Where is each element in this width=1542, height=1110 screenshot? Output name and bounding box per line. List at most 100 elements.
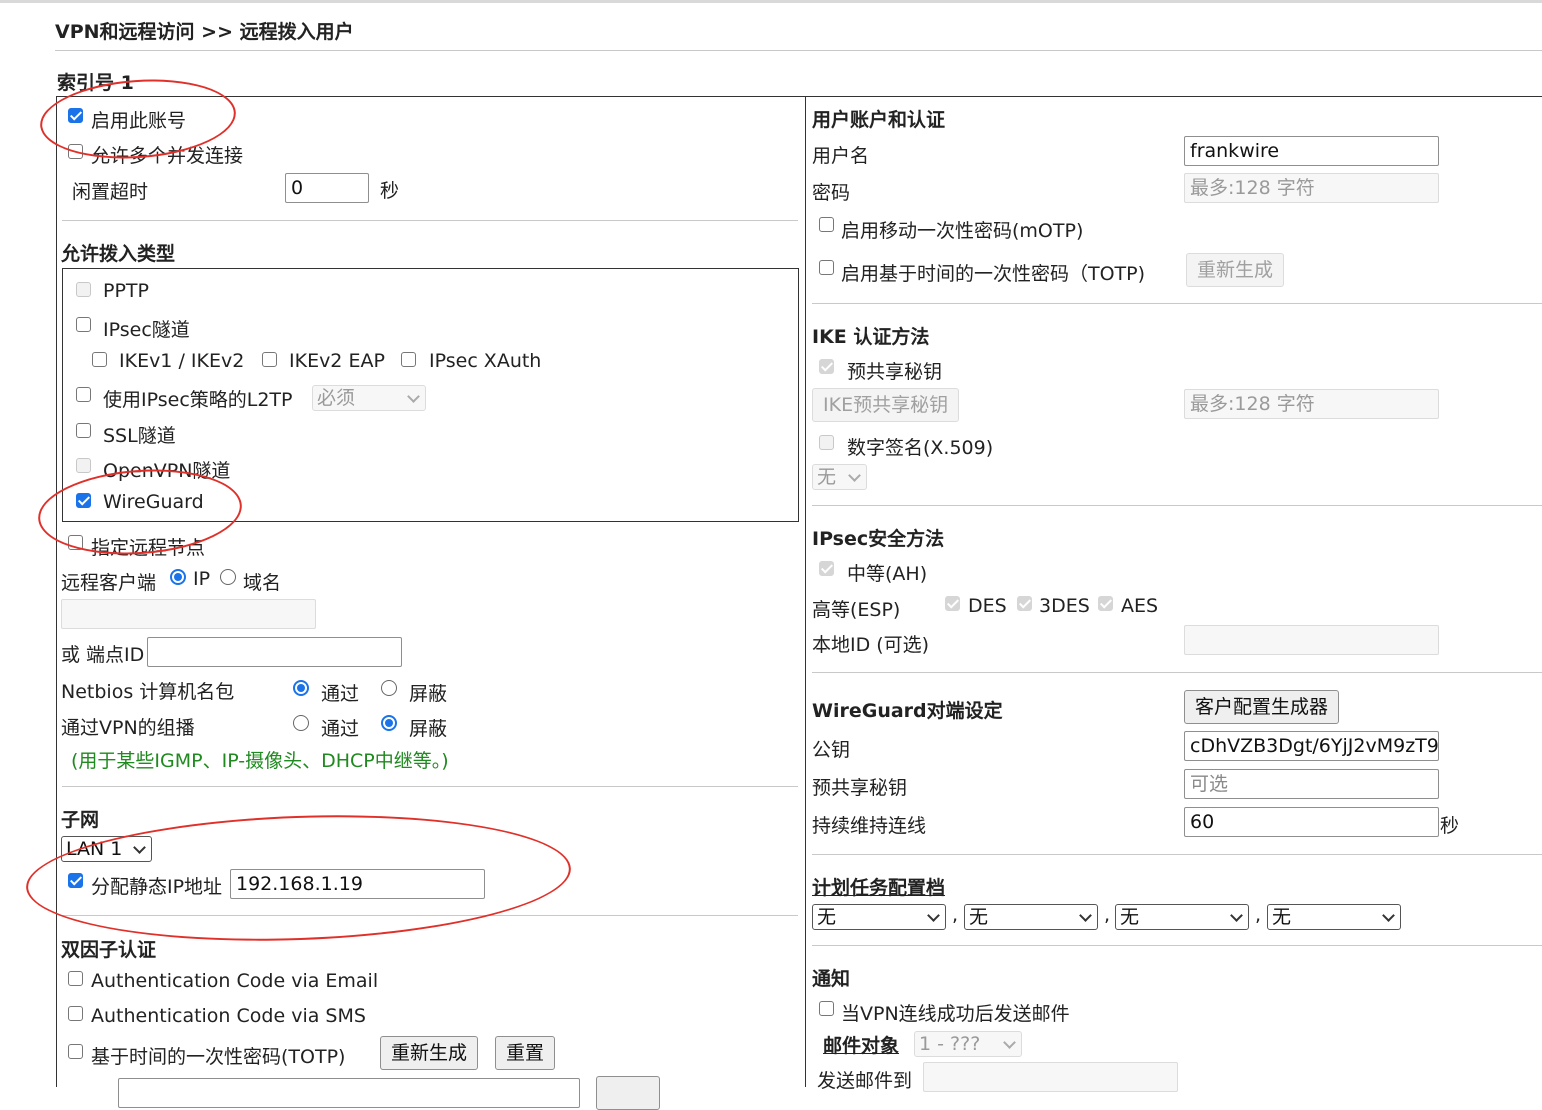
- medium-ah-checkbox[interactable]: [819, 561, 834, 576]
- ipsec-xauth-checkbox[interactable]: [401, 352, 416, 367]
- aes-label: AES: [1121, 595, 1159, 617]
- table-top-border: [56, 96, 1542, 97]
- multicast-label: 通过VPN的组播: [61, 717, 195, 739]
- digital-sig-select-value: 无: [817, 466, 837, 488]
- keepalive-unit: 秒: [1440, 815, 1460, 837]
- netbios-pass-radio[interactable]: [293, 680, 309, 696]
- divider: [812, 505, 1542, 506]
- chevron-down-icon: [1079, 909, 1092, 922]
- pubkey-input[interactable]: cDhVZB3Dgt/6YjJ2vM9zT9: [1184, 731, 1439, 761]
- mail-target-select[interactable]: 1 - ???: [914, 1031, 1022, 1057]
- wg-psk-input[interactable]: 可选: [1184, 769, 1439, 799]
- idle-timeout-unit: 秒: [380, 180, 400, 202]
- ssl-tunnel-checkbox[interactable]: [76, 423, 91, 438]
- wg-psk-label: 预共享秘钥: [812, 777, 908, 799]
- netbios-block-radio[interactable]: [381, 680, 397, 696]
- pptp-label: PPTP: [103, 280, 149, 302]
- chevron-down-icon: [848, 469, 861, 482]
- local-id-label: 本地ID (可选): [812, 634, 930, 656]
- subnet-title: 子网: [61, 809, 100, 831]
- pptp-checkbox[interactable]: [76, 282, 91, 297]
- regenerate-right-button[interactable]: 重新生成: [1186, 253, 1285, 287]
- ipsec-sec-title: IPsec安全方法: [812, 528, 945, 550]
- truncated-input[interactable]: [118, 1078, 580, 1108]
- header-divider: [55, 50, 1542, 51]
- totp-right-checkbox[interactable]: [819, 260, 834, 275]
- notify-email-checkbox[interactable]: [819, 1001, 834, 1016]
- schedule-select-3[interactable]: 无: [1115, 904, 1249, 930]
- totp-label: 基于时间的一次性密码(TOTP): [91, 1046, 346, 1068]
- pubkey-label: 公钥: [812, 739, 851, 761]
- divider: [62, 786, 798, 787]
- truncated-button[interactable]: [596, 1076, 660, 1110]
- password-input[interactable]: 最多:128 字符: [1184, 173, 1439, 203]
- multicast-block-radio[interactable]: [381, 715, 397, 731]
- remote-client-domain-radio[interactable]: [220, 569, 236, 585]
- schedule-select-2-value: 无: [969, 906, 989, 928]
- ipsec-tunnel-label: IPsec隧道: [103, 319, 190, 341]
- chevron-down-icon: [407, 390, 420, 403]
- aes-checkbox[interactable]: [1098, 596, 1113, 611]
- send-mail-to-label: 发送邮件到: [817, 1070, 913, 1092]
- username-label: 用户名: [812, 145, 870, 167]
- totp-right-label: 启用基于时间的一次性密码（TOTP): [841, 263, 1146, 285]
- netbios-pass-label: 通过: [321, 683, 360, 705]
- username-input[interactable]: frankwire: [1184, 136, 1439, 166]
- motp-label: 启用移动一次性密码(mOTP): [841, 220, 1084, 242]
- ikev1-ikev2-checkbox[interactable]: [92, 352, 107, 367]
- 3des-checkbox[interactable]: [1017, 596, 1032, 611]
- psk-checkbox[interactable]: [819, 359, 834, 374]
- divider: [62, 220, 798, 221]
- mail-target-link[interactable]: 邮件对象: [823, 1031, 899, 1058]
- remote-client-ip-label: IP: [193, 568, 211, 590]
- psk-label: 预共享秘钥: [847, 361, 943, 383]
- password-label: 密码: [812, 182, 851, 204]
- ike-psk-input[interactable]: 最多:128 字符: [1184, 389, 1439, 419]
- auth-sms-checkbox[interactable]: [68, 1006, 83, 1021]
- divider: [812, 945, 1542, 946]
- chevron-down-icon: [1003, 1036, 1016, 1049]
- peer-id-input[interactable]: [147, 637, 402, 667]
- divider: [812, 303, 1542, 304]
- totp-checkbox[interactable]: [68, 1044, 83, 1059]
- wg-title: WireGuard对端设定: [812, 700, 1003, 722]
- keepalive-input[interactable]: 60: [1184, 807, 1439, 837]
- des-label: DES: [968, 595, 1007, 617]
- idle-timeout-input[interactable]: 0: [285, 173, 369, 203]
- schedule-select-4[interactable]: 无: [1267, 904, 1401, 930]
- ipsec-tunnel-checkbox[interactable]: [76, 317, 91, 332]
- schedule-title-link[interactable]: 计划任务配置档: [812, 873, 945, 900]
- schedule-select-2[interactable]: 无: [964, 904, 1098, 930]
- ike-psk-button[interactable]: IKE预共享秘钥: [812, 388, 960, 422]
- local-id-input[interactable]: [1184, 625, 1439, 655]
- motp-checkbox[interactable]: [819, 217, 834, 232]
- remote-client-input[interactable]: [61, 599, 316, 629]
- l2tp-select[interactable]: 必须: [312, 385, 426, 411]
- chevron-down-icon: [1230, 909, 1243, 922]
- ikev2-eap-label: IKEv2 EAP: [289, 350, 385, 372]
- table-column-divider: [805, 96, 806, 1087]
- ikev1-ikev2-label: IKEv1 / IKEv2: [119, 350, 245, 372]
- digital-sig-checkbox[interactable]: [819, 435, 834, 450]
- comma: ,: [952, 904, 959, 926]
- digital-sig-select[interactable]: 无: [812, 464, 867, 490]
- comma: ,: [1255, 904, 1262, 926]
- send-mail-to-input[interactable]: [923, 1062, 1178, 1092]
- mail-target-select-value: 1 - ???: [919, 1033, 981, 1055]
- openvpn-checkbox[interactable]: [76, 458, 91, 473]
- high-esp-label: 高等(ESP): [812, 599, 901, 621]
- l2tp-checkbox[interactable]: [76, 387, 91, 402]
- client-config-generator-button[interactable]: 客户配置生成器: [1184, 690, 1340, 724]
- ikev2-eap-checkbox[interactable]: [262, 352, 277, 367]
- breadcrumb: VPN和远程访问 >> 远程拨入用户: [55, 21, 354, 43]
- multicast-pass-radio[interactable]: [293, 715, 309, 731]
- regenerate-button[interactable]: 重新生成: [380, 1036, 479, 1070]
- idle-timeout-label: 闲置超时: [72, 181, 149, 203]
- des-checkbox[interactable]: [945, 596, 960, 611]
- reset-button[interactable]: 重置: [495, 1036, 556, 1070]
- schedule-select-3-value: 无: [1120, 906, 1140, 928]
- ipsec-xauth-label: IPsec XAuth: [429, 350, 542, 372]
- remote-client-ip-radio[interactable]: [170, 569, 186, 585]
- schedule-select-1[interactable]: 无: [812, 904, 946, 930]
- auth-email-checkbox[interactable]: [68, 971, 83, 986]
